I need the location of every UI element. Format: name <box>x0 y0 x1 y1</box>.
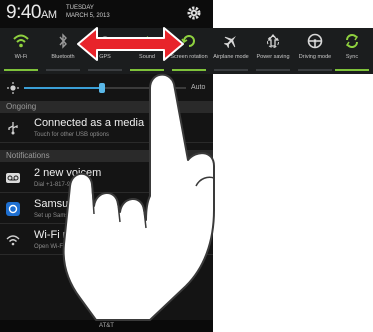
hand-icon <box>62 73 215 321</box>
